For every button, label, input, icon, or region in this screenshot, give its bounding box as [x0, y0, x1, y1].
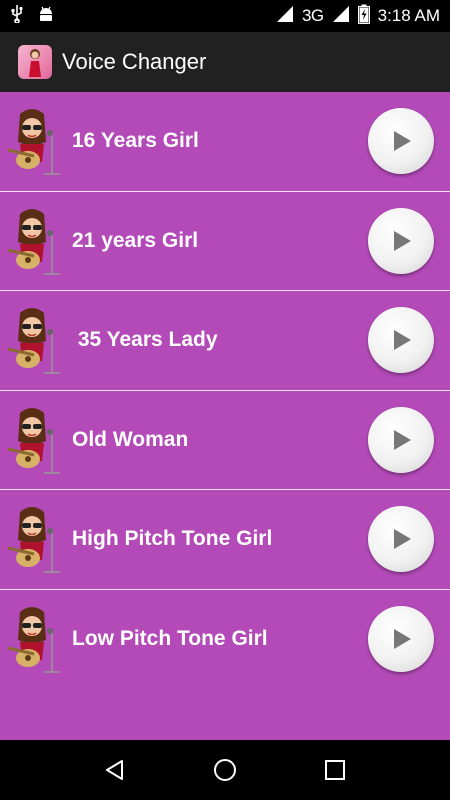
- play-icon: [394, 230, 411, 251]
- status-right: 3G 3:18 AM: [276, 4, 440, 29]
- girl-singer-icon: [4, 106, 62, 176]
- home-icon[interactable]: [205, 750, 245, 790]
- navigation-bar: [0, 740, 450, 800]
- list-item[interactable]: 21 years Girl: [0, 192, 450, 291]
- recents-icon[interactable]: [315, 750, 355, 790]
- battery-icon: [357, 4, 370, 29]
- play-icon: [394, 629, 411, 650]
- app-bar: Voice Changer: [0, 32, 450, 92]
- play-icon: [394, 330, 411, 351]
- play-button[interactable]: [368, 506, 434, 573]
- play-icon: [394, 131, 411, 152]
- voice-label: 35 Years Lady: [72, 328, 218, 352]
- girl-singer-icon: [4, 206, 62, 276]
- signal-icon: [276, 5, 294, 28]
- status-bar: 3G 3:18 AM: [0, 0, 450, 32]
- voice-label: 21 years Girl: [72, 228, 199, 252]
- android-icon: [38, 5, 54, 28]
- girl-singer-icon: [4, 504, 62, 574]
- voice-label: 16 Years Girl: [72, 129, 199, 153]
- play-icon: [394, 529, 411, 550]
- list-item[interactable]: High Pitch Tone Girl: [0, 490, 450, 590]
- network-type: 3G: [301, 6, 324, 25]
- voice-label: High Pitch Tone Girl: [72, 527, 273, 551]
- list-item[interactable]: Old Woman: [0, 391, 450, 490]
- play-button[interactable]: [368, 108, 434, 175]
- page-title: Voice Changer: [62, 49, 207, 74]
- voice-list: 16 Years Girl 21 years Girl 35 Years Lad…: [0, 92, 450, 740]
- play-button[interactable]: [368, 406, 434, 473]
- play-button[interactable]: [368, 307, 434, 374]
- girl-singer-icon: [4, 305, 62, 375]
- list-item[interactable]: Low Pitch Tone Girl: [0, 590, 450, 690]
- status-left: [10, 4, 54, 28]
- back-icon[interactable]: [95, 750, 135, 790]
- girl-singer-icon: [4, 405, 62, 475]
- usb-icon: [10, 4, 24, 28]
- girl-singer-icon: [4, 604, 62, 674]
- app-logo-icon: [18, 45, 52, 79]
- voice-label: Old Woman: [72, 427, 189, 451]
- play-button[interactable]: [368, 207, 434, 274]
- signal-icon-2: [332, 5, 350, 28]
- list-item[interactable]: 35 Years Lady: [0, 291, 450, 391]
- list-item[interactable]: 16 Years Girl: [0, 92, 450, 192]
- play-icon: [394, 429, 411, 450]
- voice-label: Low Pitch Tone Girl: [72, 627, 268, 651]
- play-button[interactable]: [368, 606, 434, 673]
- clock: 3:18 AM: [377, 6, 440, 25]
